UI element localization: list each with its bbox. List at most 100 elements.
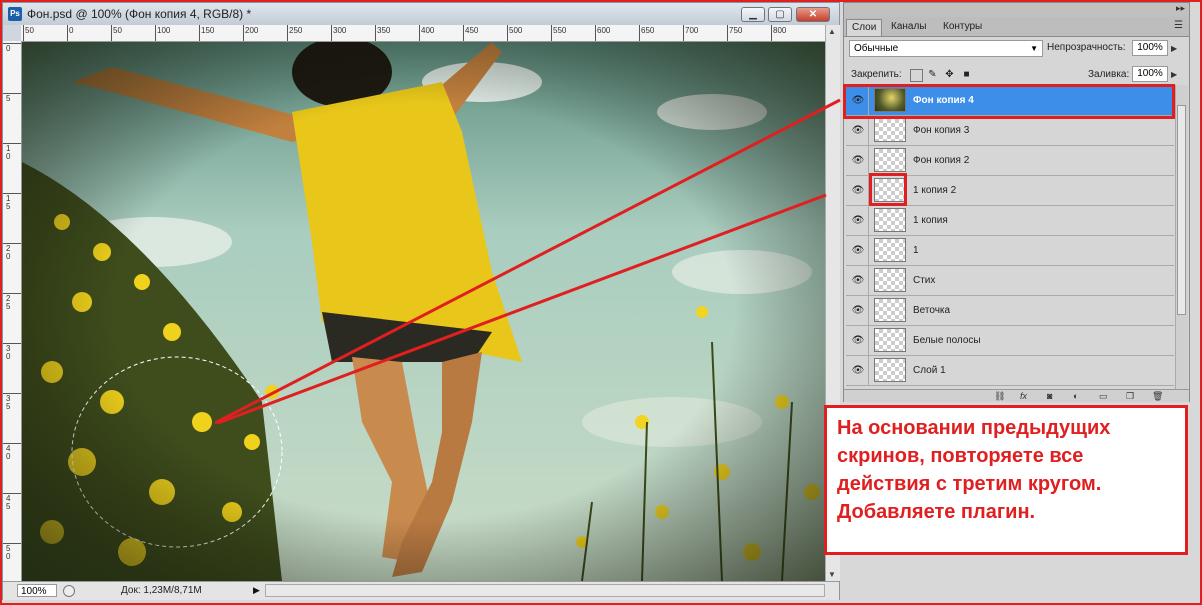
ruler-label: 800 [773, 26, 787, 35]
tab-paths[interactable]: Контуры [938, 19, 987, 35]
adjustment-icon[interactable]: ◐ [1073, 390, 1078, 402]
ruler-tick [111, 25, 112, 41]
ruler-tick [3, 93, 21, 94]
visibility-divider [868, 206, 869, 235]
ruler-label: 100 [157, 26, 171, 35]
eye-icon[interactable]: 👁 [851, 185, 865, 196]
zoom-input[interactable]: 100% [17, 584, 57, 597]
layer-thumbnail[interactable] [874, 118, 906, 142]
layer-thumbnail[interactable] [874, 268, 906, 292]
layer-thumbnail[interactable] [874, 298, 906, 322]
photoshop-app-icon: Ps [8, 7, 22, 21]
layer-thumbnail[interactable] [874, 238, 906, 262]
ruler-tick [551, 25, 552, 41]
layers-scrollbar[interactable] [1175, 85, 1188, 389]
fill-input[interactable]: 100% [1132, 66, 1168, 82]
ruler-tick [463, 25, 464, 41]
layer-row[interactable]: 👁 Слой 1 [846, 356, 1174, 386]
layer-thumbnail[interactable] [874, 148, 906, 172]
chevron-down-icon: ▼ [1030, 44, 1038, 53]
eye-icon[interactable]: 👁 [851, 305, 865, 316]
status-info-icon[interactable] [63, 585, 75, 597]
layer-row[interactable]: 👁 1 копия [846, 206, 1174, 236]
panel-tabs: Слои Каналы Контуры ☰ [844, 17, 1189, 37]
eye-icon[interactable]: 👁 [851, 125, 865, 136]
ruler-tick [243, 25, 244, 41]
layer-row[interactable]: 👁 Стих [846, 266, 1174, 296]
folder-icon[interactable]: ▭ [1099, 390, 1108, 402]
eye-icon[interactable]: 👁 [851, 155, 865, 166]
ruler-label: 600 [597, 26, 611, 35]
layer-row[interactable]: 👁 1 [846, 236, 1174, 266]
document-window: Ps Фон.psd @ 100% (Фон копия 4, RGB/8) *… [2, 2, 840, 600]
ruler-label: 5 0 [6, 544, 11, 561]
layer-thumbnail[interactable] [874, 208, 906, 232]
status-menu-arrow-icon[interactable]: ▶ [253, 585, 260, 596]
layer-name: 1 копия [913, 215, 948, 226]
eye-icon[interactable]: 👁 [851, 275, 865, 286]
ruler-tick [3, 543, 21, 544]
ruler-tick [3, 43, 21, 44]
scroll-down-icon[interactable]: ▼ [828, 570, 836, 579]
restore-button[interactable]: ▢ [768, 7, 792, 22]
new-layer-icon[interactable]: ❐ [1126, 390, 1134, 402]
ruler-tick [3, 193, 21, 194]
minimize-icon: ▁ [749, 9, 757, 20]
close-button[interactable]: ✕ [796, 7, 830, 22]
layer-thumbnail[interactable] [874, 358, 906, 382]
scroll-up-icon[interactable]: ▲ [828, 27, 836, 36]
fill-slider-arrow-icon[interactable]: ▶ [1171, 70, 1177, 79]
layer-row[interactable]: 👁 Веточка [846, 296, 1174, 326]
panel-footer: ⛓ fx ◙ ◐ ▭ ❐ 🗑 [844, 389, 1189, 402]
ruler-horizontal[interactable]: 50 0 50 100 150 200 250 300 350 400 450 500 550 600 65… [21, 25, 825, 42]
lock-all-icon[interactable]: ■ [961, 69, 972, 80]
ruler-tick [331, 25, 332, 41]
opacity-input[interactable]: 100% [1132, 40, 1168, 56]
layer-name: 1 копия 2 [913, 185, 957, 196]
document-size-info: Док: 1,23M/8,71M [121, 585, 202, 596]
panel-menu-icon[interactable]: ☰ [1174, 20, 1183, 31]
layer-name: Веточка [913, 305, 951, 316]
link-icon[interactable]: ⛓ [994, 390, 1005, 402]
ruler-tick [595, 25, 596, 41]
lock-brush-icon[interactable]: ✎ [927, 69, 938, 80]
layer-row[interactable]: 👁 Белые полосы [846, 326, 1174, 356]
ruler-label: 150 [201, 26, 215, 35]
ruler-label: 450 [465, 26, 479, 35]
eye-icon[interactable]: 👁 [851, 215, 865, 226]
fill-label: Заливка: [1088, 69, 1130, 80]
highlight-layer-thumbnail [869, 173, 907, 206]
horizontal-scrollbar[interactable] [265, 584, 825, 597]
eye-icon[interactable]: 👁 [851, 245, 865, 256]
layer-thumbnail[interactable] [874, 328, 906, 352]
ruler-tick [23, 25, 24, 41]
visibility-divider [868, 296, 869, 325]
ruler-label: 1 0 [6, 144, 11, 161]
layer-row[interactable]: 👁 Фон копия 2 [846, 146, 1174, 176]
minimize-button[interactable]: ▁ [741, 7, 765, 22]
tab-layers[interactable]: Слои [846, 19, 883, 36]
panel-header[interactable]: ▸▸ [844, 3, 1189, 17]
layers-scroll-thumb[interactable] [1177, 105, 1186, 315]
close-icon: ✕ [808, 9, 818, 20]
opacity-label: Непрозрачность: [1047, 42, 1126, 53]
eye-icon[interactable]: 👁 [851, 335, 865, 346]
ruler-label: 700 [685, 26, 699, 35]
canvas-image[interactable] [22, 42, 826, 581]
document-titlebar[interactable]: Ps Фон.psd @ 100% (Фон копия 4, RGB/8) *… [3, 3, 839, 25]
fx-icon[interactable]: fx [1020, 390, 1027, 402]
lock-transparency-icon[interactable] [910, 69, 923, 82]
opacity-slider-arrow-icon[interactable]: ▶ [1171, 44, 1177, 53]
trash-icon[interactable]: 🗑 [1152, 390, 1163, 402]
layers-list: 👁 Фон копия 4 👁 Фон копия 3 👁 Фон копия 2 👁 1 к… [846, 85, 1174, 390]
mask-icon[interactable]: ◙ [1047, 390, 1052, 402]
eye-icon[interactable]: 👁 [851, 365, 865, 376]
ruler-vertical[interactable]: 0 5 1 0 1 5 2 0 2 5 3 0 3 5 4 0 4 5 5 0 [3, 41, 22, 581]
blend-mode-select[interactable]: Обычные ▼ [849, 40, 1043, 57]
layer-row[interactable]: 👁 Фон копия 3 [846, 116, 1174, 146]
lock-move-icon[interactable]: ✥ [944, 69, 955, 80]
tab-channels[interactable]: Каналы [886, 19, 932, 35]
ruler-tick [3, 343, 21, 344]
panel-collapse-icon[interactable]: ▸▸ [1176, 3, 1185, 14]
ruler-tick [3, 293, 21, 294]
